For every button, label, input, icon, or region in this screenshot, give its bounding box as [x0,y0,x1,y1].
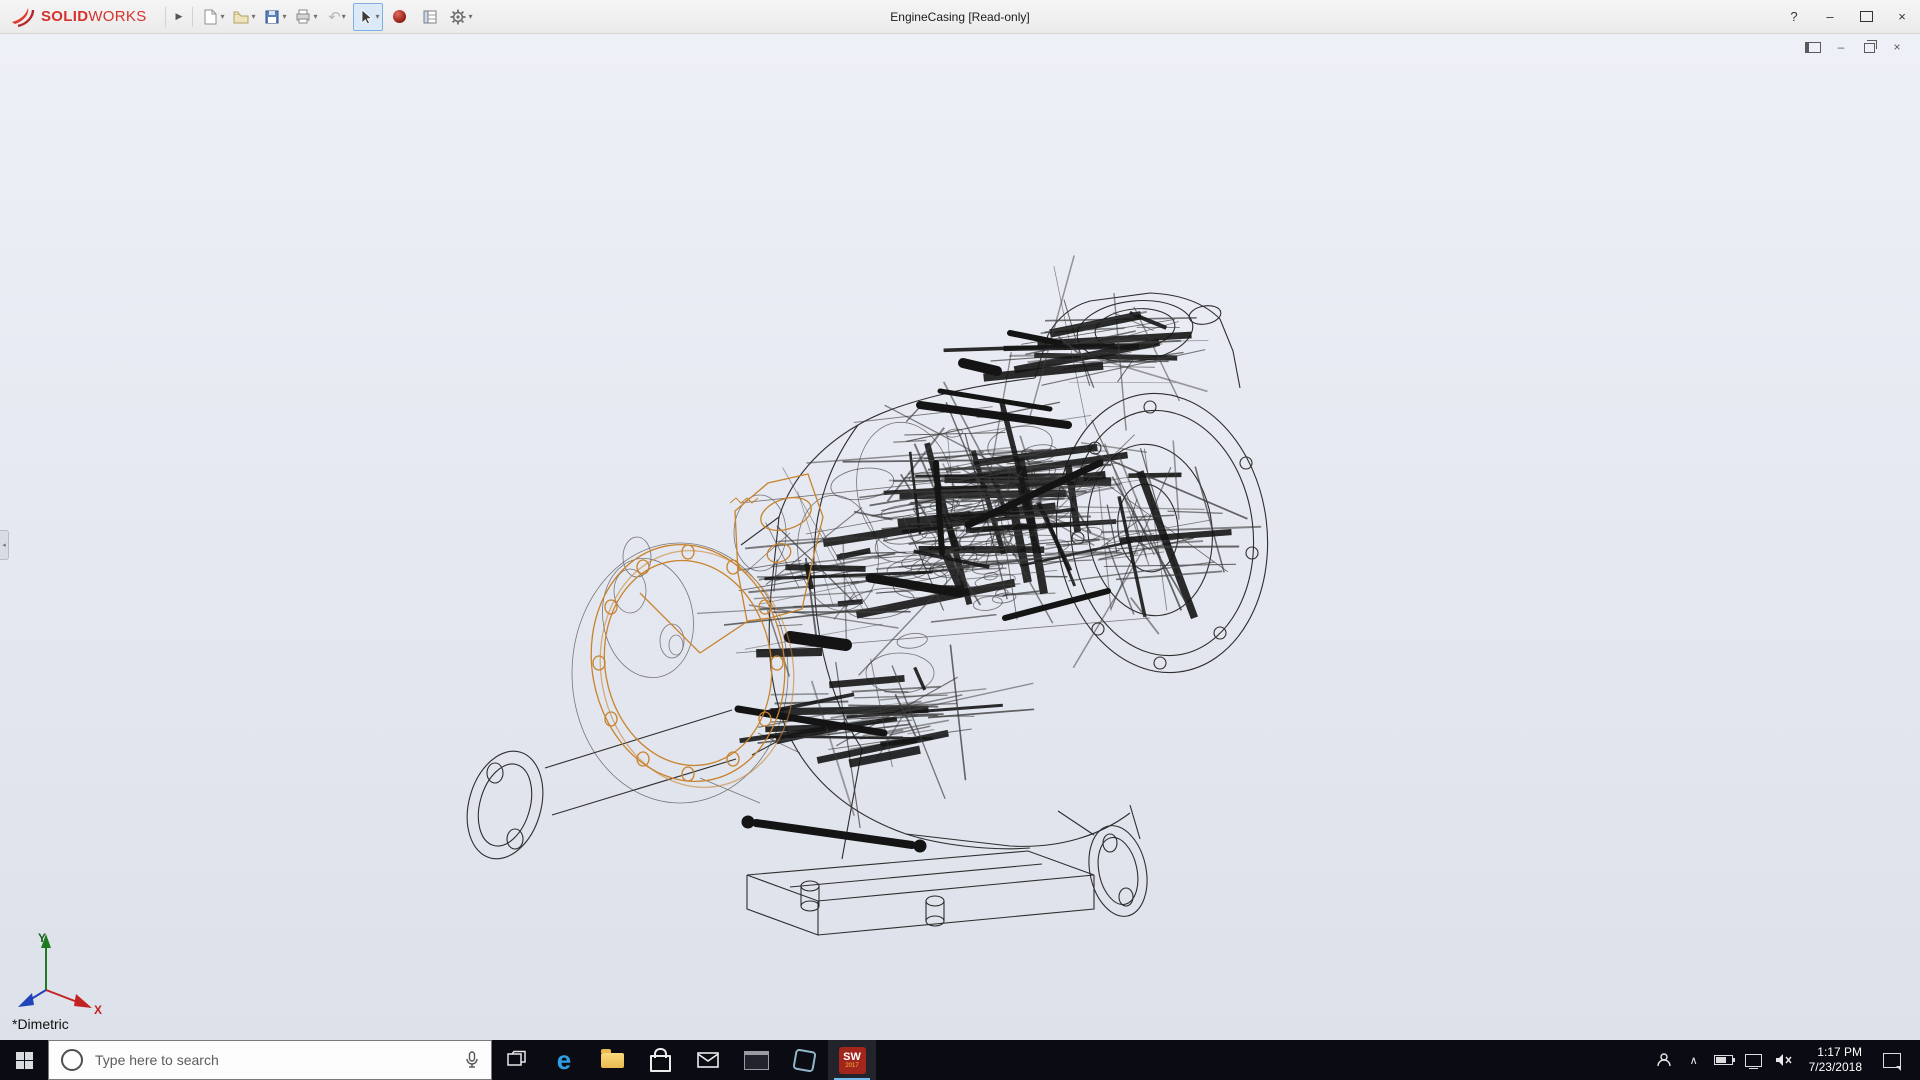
close-button[interactable]: × [1884,0,1920,33]
microphone-icon[interactable] [465,1050,479,1070]
terminal-button[interactable] [732,1040,780,1080]
task-view-icon [506,1050,526,1070]
store-button[interactable] [636,1040,684,1080]
dropdown-caret-icon[interactable]: ▾ [251,12,255,21]
taskbar-search-input[interactable]: Type here to search [48,1040,492,1080]
dropdown-caret-icon[interactable]: ▾ [313,12,317,21]
divider [165,7,166,27]
cortana-circle-icon [61,1049,83,1071]
panel-icon [1805,42,1821,53]
task-pane-icon [421,8,439,26]
options-button[interactable]: ▾ [446,3,476,31]
display-sphere-button[interactable] [384,3,414,31]
brand-text-works: WORKS [88,8,146,25]
new-document-icon [201,8,219,26]
dropdown-caret-icon[interactable]: ▾ [468,12,472,21]
tray-overflow-button[interactable]: ∧ [1679,1040,1709,1080]
doc-restore-button[interactable] [1858,38,1880,56]
speaker-mute-icon [1775,1053,1793,1067]
solidworks-app-icon: SW 2017 [839,1047,866,1074]
maximize-button[interactable] [1848,0,1884,33]
battery-button[interactable] [1709,1040,1739,1080]
dassault-logo-icon [10,6,36,28]
terminal-icon [744,1051,769,1070]
help-button[interactable]: ? [1776,0,1812,33]
windows-taskbar: Type here to search e SW 2017 [0,1040,1920,1080]
engine-casing-wireframe-model[interactable] [0,33,1920,1040]
new-document-button[interactable]: ▾ [198,3,228,31]
open-button[interactable]: ▾ [229,3,259,31]
open-folder-icon [232,8,250,26]
clock[interactable]: 1:17 PM 7/23/2018 [1799,1045,1872,1075]
screen: { "app": { "brand_solid": "SOLID", "bran… [0,0,1920,1080]
gear-icon [449,8,467,26]
dropdown-caret-icon[interactable]: ▾ [375,12,379,21]
task-pane-button[interactable] [415,3,445,31]
notification-icon [1883,1053,1901,1068]
search-placeholder: Type here to search [95,1052,219,1068]
file-explorer-button[interactable] [588,1040,636,1080]
window-title: EngineCasing [Read-only] [890,10,1029,24]
network-button[interactable] [1739,1040,1769,1080]
print-button[interactable]: ▾ [291,3,321,31]
undo-button[interactable]: ↶ ▾ [322,3,352,31]
save-button[interactable]: ▾ [260,3,290,31]
orientation-triad: Y X [14,928,109,1020]
doc-panel-button[interactable] [1802,38,1824,56]
maximize-icon [1860,11,1873,22]
clock-date: 7/23/2018 [1809,1060,1862,1075]
triad-y-label: Y [38,931,46,945]
save-icon [263,8,281,26]
edge-icon: e [557,1047,571,1073]
view-orientation-label: *Dimetric [12,1016,69,1032]
restore-icon [1864,43,1875,53]
toolbar-expand-button[interactable]: ▶ [171,6,187,28]
window-controls: ? – × [1776,0,1920,33]
undo-icon: ↶ [328,8,341,26]
dropdown-caret-icon[interactable]: ▾ [220,12,224,21]
graphics-viewport[interactable]: – × ◂ [0,33,1920,1040]
doc-minimize-button[interactable]: – [1830,38,1852,56]
select-tool-button[interactable]: ▾ [353,3,383,31]
brand-text-solid: SOLID [41,8,88,25]
windows-logo-icon [16,1052,33,1069]
dropdown-caret-icon[interactable]: ▾ [342,12,346,21]
dropdown-caret-icon[interactable]: ▾ [282,12,286,21]
minimize-button[interactable]: – [1812,0,1848,33]
cube-icon [792,1048,816,1072]
red-sphere-icon [393,10,406,23]
system-tray: ∧ 1:17 PM 7/23/2018 [1649,1040,1920,1080]
toolbar: ▾ ▾ ▾ ▾ ↶ ▾ [198,3,476,31]
triad-x-label: X [94,1003,102,1017]
solidworks-logo: SOLIDWORKS [10,6,160,28]
folder-icon [601,1053,624,1068]
chevron-up-icon: ∧ [1690,1054,1698,1067]
clock-time: 1:17 PM [1817,1045,1862,1060]
solidworks-taskbar-button[interactable]: SW 2017 [828,1040,876,1080]
title-bar: SOLIDWORKS ▶ ▾ ▾ ▾ [0,0,1920,34]
volume-button[interactable] [1769,1040,1799,1080]
people-icon [1656,1052,1672,1068]
network-icon [1745,1054,1762,1067]
document-window-controls: – × [1802,38,1908,56]
print-icon [294,8,312,26]
mail-button[interactable] [684,1040,732,1080]
people-button[interactable] [1649,1040,1679,1080]
mail-envelope-icon [697,1052,719,1068]
viewer-app-button[interactable] [780,1040,828,1080]
start-button[interactable] [0,1040,48,1080]
task-view-button[interactable] [492,1040,540,1080]
store-bag-icon [650,1055,671,1072]
battery-icon [1714,1055,1733,1065]
action-center-button[interactable] [1872,1053,1912,1068]
edge-button[interactable]: e [540,1040,588,1080]
select-cursor-icon [356,8,374,26]
doc-close-button[interactable]: × [1886,38,1908,56]
divider [192,7,193,27]
